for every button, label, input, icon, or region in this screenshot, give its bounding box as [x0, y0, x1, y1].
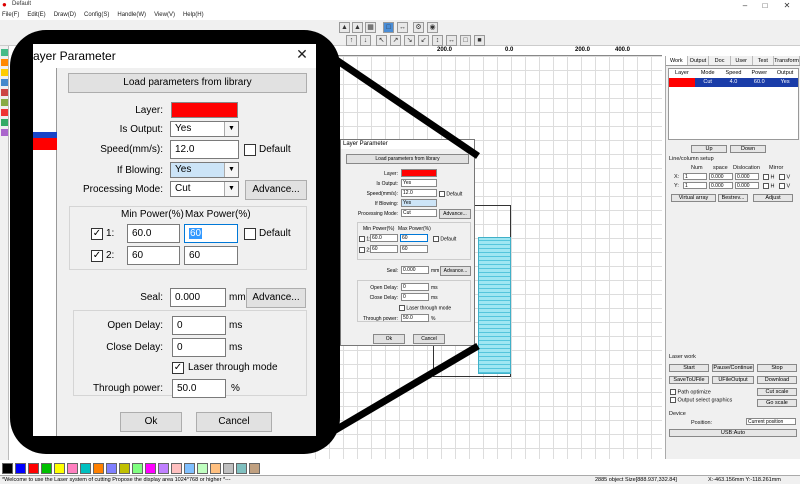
layer-parameter-dialog: ayer Parameter ✕ ▽ Load parameters from …: [33, 44, 316, 436]
through-power-label: Through power:: [92, 383, 163, 394]
open-delay-unit: ms: [229, 320, 243, 331]
dialog-close-icon[interactable]: ✕: [292, 46, 312, 63]
through-power-input[interactable]: 50.0: [172, 379, 226, 398]
load-params-button[interactable]: Load parameters from library: [68, 73, 307, 93]
row2-min-power-input[interactable]: 60: [127, 246, 180, 265]
chevron-down-icon[interactable]: ▼: [224, 122, 238, 136]
seal-input[interactable]: 0.000: [170, 288, 226, 307]
row1-checkbox[interactable]: ✓: [91, 228, 103, 240]
is-output-label: Is Output:: [119, 124, 163, 135]
row1-min-power-input[interactable]: 60.0: [127, 224, 180, 243]
is-output-value: Yes: [175, 123, 192, 134]
layer-color-swatch[interactable]: [171, 102, 238, 118]
default-label: Default: [259, 144, 291, 155]
close-delay-input[interactable]: 0: [172, 338, 226, 357]
laser-through-label: Laser through mode: [188, 362, 278, 373]
min-power-label: Min Power(%): [121, 209, 184, 220]
layer-list-red-item[interactable]: [33, 138, 57, 150]
seal-label: Seal:: [140, 292, 163, 303]
chevron-down-icon[interactable]: ▼: [224, 163, 238, 177]
row2-checkbox[interactable]: ✓: [91, 250, 103, 262]
cancel-button[interactable]: Cancel: [196, 412, 272, 432]
layer-list[interactable]: ▽: [33, 68, 57, 436]
processing-mode-value: Cut: [175, 183, 191, 194]
row2-label: 2:: [106, 250, 115, 261]
row1-label: 1:: [106, 228, 115, 239]
if-blowing-value: Yes: [175, 164, 192, 175]
layer-label: Layer:: [135, 105, 163, 116]
speed-label: Speed(mm/s):: [100, 144, 163, 155]
is-output-select[interactable]: Yes ▼: [170, 121, 239, 137]
speed-input[interactable]: 12.0: [170, 140, 239, 159]
if-blowing-select[interactable]: Yes ▼: [170, 162, 239, 178]
advance-button[interactable]: Advance...: [245, 180, 307, 200]
row1-max-power-value: 60: [189, 228, 203, 239]
dialog-title: ayer Parameter: [33, 49, 116, 63]
seal-advance-button[interactable]: Advance...: [246, 288, 306, 308]
close-delay-unit: ms: [229, 342, 243, 353]
processing-mode-label: Processing Mode:: [82, 184, 163, 195]
seal-unit: mm: [229, 292, 246, 303]
row1-max-power-input[interactable]: 60: [184, 224, 238, 243]
row2-max-power-input[interactable]: 60: [184, 246, 238, 265]
default-power-label: Default: [259, 228, 291, 239]
if-blowing-label: If Blowing:: [116, 165, 163, 176]
dialog-titlebar: ayer Parameter ✕: [33, 44, 316, 68]
max-power-label: Max Power(%): [185, 209, 251, 220]
through-power-unit: %: [231, 383, 240, 394]
close-delay-label: Close Delay:: [106, 342, 163, 353]
laser-through-checkbox[interactable]: ✓: [172, 362, 184, 374]
chevron-down-icon[interactable]: ▼: [224, 182, 238, 196]
ok-button[interactable]: Ok: [120, 412, 182, 432]
open-delay-label: Open Delay:: [107, 320, 163, 331]
default-power-checkbox[interactable]: [244, 228, 256, 240]
processing-mode-select[interactable]: Cut ▼: [170, 181, 239, 197]
default-checkbox[interactable]: [244, 144, 256, 156]
open-delay-input[interactable]: 0: [172, 316, 226, 335]
